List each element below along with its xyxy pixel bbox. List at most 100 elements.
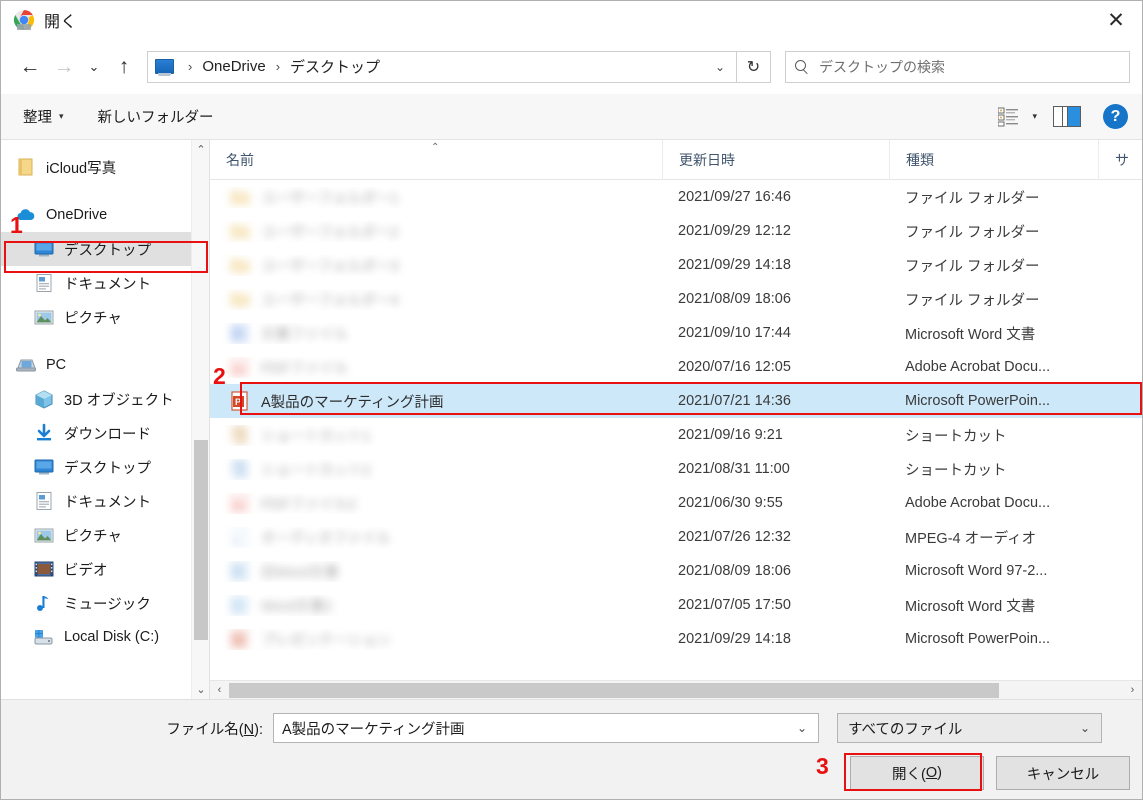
horizontal-scrollbar[interactable]: ‹ › [210, 680, 1142, 699]
organize-label: 整理 [23, 110, 52, 126]
sidebar-scrollbar[interactable]: ⌃ ⌄ [191, 140, 209, 699]
open-button[interactable]: 開く(O) [850, 756, 984, 790]
sidebar-item-ドキュメント[interactable]: ドキュメント [1, 266, 209, 300]
sidebar-item-label: ダウンロード [64, 426, 151, 443]
sidebar-item-iCloud写真[interactable]: iCloud写真 [1, 150, 209, 184]
sidebar-item-ダウンロード[interactable]: ダウンロード [1, 416, 209, 450]
local-disk-icon [33, 627, 55, 647]
file-name-cell: ユーザーフォルダー4 [210, 289, 662, 310]
sidebar-item-デスクトップ[interactable]: デスクトップ [1, 232, 209, 266]
file-date-cell: 2021/09/29 12:12 [678, 223, 791, 239]
view-chevron-down-icon[interactable]: ▾ [1032, 111, 1037, 122]
hscroll-thumb[interactable] [229, 682, 999, 698]
sidebar-item-3D オブジェクト[interactable]: 3D オブジェクト [1, 382, 209, 416]
column-header-date-label: 更新日時 [679, 151, 735, 168]
hscroll-track[interactable] [229, 681, 1123, 700]
back-button[interactable]: ← [13, 50, 47, 84]
table-row[interactable]: W Word文書2 2021/07/05 17:50 Microsoft Word 文… [210, 588, 1142, 622]
help-icon[interactable]: ? [1103, 104, 1128, 129]
svg-text:P: P [235, 635, 241, 645]
search-input[interactable]: デスクトップの検索 [819, 57, 945, 77]
sidebar-item-ピクチャ[interactable]: ピクチャ [1, 300, 209, 334]
filename-chevron-down-icon[interactable]: ⌄ [790, 721, 814, 735]
breadcrumb-onedrive[interactable]: OneDrive [199, 56, 268, 77]
sidebar-item-label: OneDrive [46, 207, 108, 223]
file-type-cell: Microsoft PowerPoin... [905, 393, 1051, 409]
sidebar-item-label: PC [46, 357, 67, 373]
onedrive-cloud-icon [15, 205, 37, 225]
address-bar[interactable]: › OneDrive › デスクトップ ⌄ [147, 50, 737, 83]
svg-text:P: P [235, 397, 241, 407]
filename-input[interactable]: A製品のマーケティング計画 ⌄ [273, 713, 819, 743]
sidebar-list: iCloud写真 OneDrive デスクトップ ドキュメント ピクチャ PC 3D オブジ… [1, 140, 209, 654]
table-row[interactable]: W 文書ファイル 2021/09/10 17:44 Microsoft Word 文書 [210, 316, 1142, 350]
table-row[interactable]: ユーザーフォルダー1 2021/09/27 16:46 ファイル フォルダー [210, 180, 1142, 214]
file-name-cell: ショートカット2 [210, 459, 662, 480]
column-header-date[interactable]: 更新日時 [662, 139, 889, 180]
filter-chevron-down-icon: ⌄ [1079, 721, 1091, 735]
forward-button[interactable]: → [47, 50, 81, 84]
up-button[interactable]: ↑ [107, 50, 141, 84]
dialog-body: iCloud写真 OneDrive デスクトップ ドキュメント ピクチャ PC 3D オブジ… [1, 139, 1142, 699]
file-name-cell: W 文書ファイル [210, 323, 662, 344]
hscroll-left-icon[interactable]: ‹ [210, 681, 229, 700]
file-type-cell: Microsoft Word 文書 [905, 326, 1036, 343]
column-header-size[interactable]: サ [1098, 139, 1142, 180]
column-header-name[interactable]: ⌃ 名前 [210, 140, 662, 180]
sidebar-item-PC[interactable]: PC [1, 348, 209, 382]
table-row[interactable]: ショートカット1 2021/09/16 9:21 ショートカット [210, 418, 1142, 452]
column-header-name-label: 名前 [226, 151, 254, 168]
powerpoint-icon: P [230, 629, 250, 649]
table-row[interactable]: ユーザーフォルダー2 2021/09/29 12:12 ファイル フォルダー [210, 214, 1142, 248]
file-name-label: ユーザーフォルダー3 [261, 258, 399, 275]
file-name-cell: ユーザーフォルダー2 [210, 221, 662, 242]
sidebar-item-Local Disk (C:)[interactable]: Local Disk (C:) [1, 620, 209, 654]
file-date-cell: 2021/07/26 12:32 [678, 529, 791, 545]
breadcrumb-desktop[interactable]: デスクトップ [287, 54, 383, 79]
file-name-label: Word文書2 [261, 598, 333, 615]
table-row[interactable]: P プレゼンテーション 2021/09/29 14:18 Microsoft Powe… [210, 622, 1142, 656]
new-folder-label: 新しいフォルダー [97, 110, 214, 126]
table-row[interactable]: ユーザーフォルダー3 2021/09/29 14:18 ファイル フォルダー [210, 248, 1142, 282]
hscroll-right-icon[interactable]: › [1123, 681, 1142, 700]
organize-button[interactable]: 整理 ▾ [15, 101, 72, 132]
file-name-cell: ユーザーフォルダー1 [210, 187, 662, 208]
sidebar-item-ビデオ[interactable]: ビデオ [1, 552, 209, 586]
recent-locations-button[interactable]: ⌄ [81, 50, 107, 84]
file-name-label: ショートカット1 [261, 428, 371, 445]
sidebar-item-ミュージック[interactable]: ミュージック [1, 586, 209, 620]
file-name-cell: P プレゼンテーション [210, 629, 662, 650]
address-dropdown-icon[interactable]: ⌄ [706, 52, 734, 82]
word-icon: W [230, 323, 250, 343]
open-label-prefix: 開く( [892, 766, 926, 783]
sidebar-item-OneDrive[interactable]: OneDrive [1, 198, 209, 232]
pictures-icon [33, 307, 55, 327]
table-row[interactable]: P A製品のマーケティング計画 2021/07/21 14:36 Microsoft … [210, 384, 1142, 418]
view-options-icon[interactable] [997, 107, 1019, 127]
table-row[interactable]: ショートカット2 2021/08/31 11:00 ショートカット [210, 452, 1142, 486]
table-row[interactable]: PDF PDFファイル2 2021/06/30 9:55 Adobe Acrobat … [210, 486, 1142, 520]
sidebar-scroll-up-icon[interactable]: ⌃ [192, 140, 209, 159]
table-row[interactable]: オーディオファイル 2021/07/26 12:32 MPEG-4 オーディオ [210, 520, 1142, 554]
sidebar-scroll-down-icon[interactable]: ⌄ [192, 680, 209, 699]
search-box[interactable]: デスクトップの検索 [785, 50, 1130, 83]
sidebar-item-デスクトップ[interactable]: デスクトップ [1, 450, 209, 484]
new-folder-button[interactable]: 新しいフォルダー [90, 101, 222, 132]
sidebar-item-ピクチャ[interactable]: ピクチャ [1, 518, 209, 552]
cancel-button[interactable]: キャンセル [996, 756, 1130, 790]
file-name-cell: ユーザーフォルダー3 [210, 255, 662, 276]
table-row[interactable]: PDF PDFファイル 2020/07/16 12:05 Adobe Acrobat … [210, 350, 1142, 384]
pdf-icon: PDF [230, 493, 250, 513]
column-header-type[interactable]: 種類 [889, 139, 1098, 180]
preview-pane-icon[interactable] [1053, 106, 1081, 127]
table-row[interactable]: ユーザーフォルダー4 2021/08/09 18:06 ファイル フォルダー [210, 282, 1142, 316]
refresh-button[interactable]: ↻ [737, 50, 771, 83]
sidebar-item-ドキュメント[interactable]: ドキュメント [1, 484, 209, 518]
close-button[interactable]: ✕ [1090, 1, 1142, 39]
table-row[interactable]: W 旧Word文書 2021/08/09 18:06 Microsoft Word 9… [210, 554, 1142, 588]
sidebar-scroll-thumb[interactable] [194, 440, 208, 640]
chevron-down-icon: ▾ [59, 111, 64, 121]
file-type-filter[interactable]: すべてのファイル ⌄ [837, 713, 1102, 743]
filename-label-key: N [243, 721, 255, 738]
folder-icon [230, 255, 250, 275]
